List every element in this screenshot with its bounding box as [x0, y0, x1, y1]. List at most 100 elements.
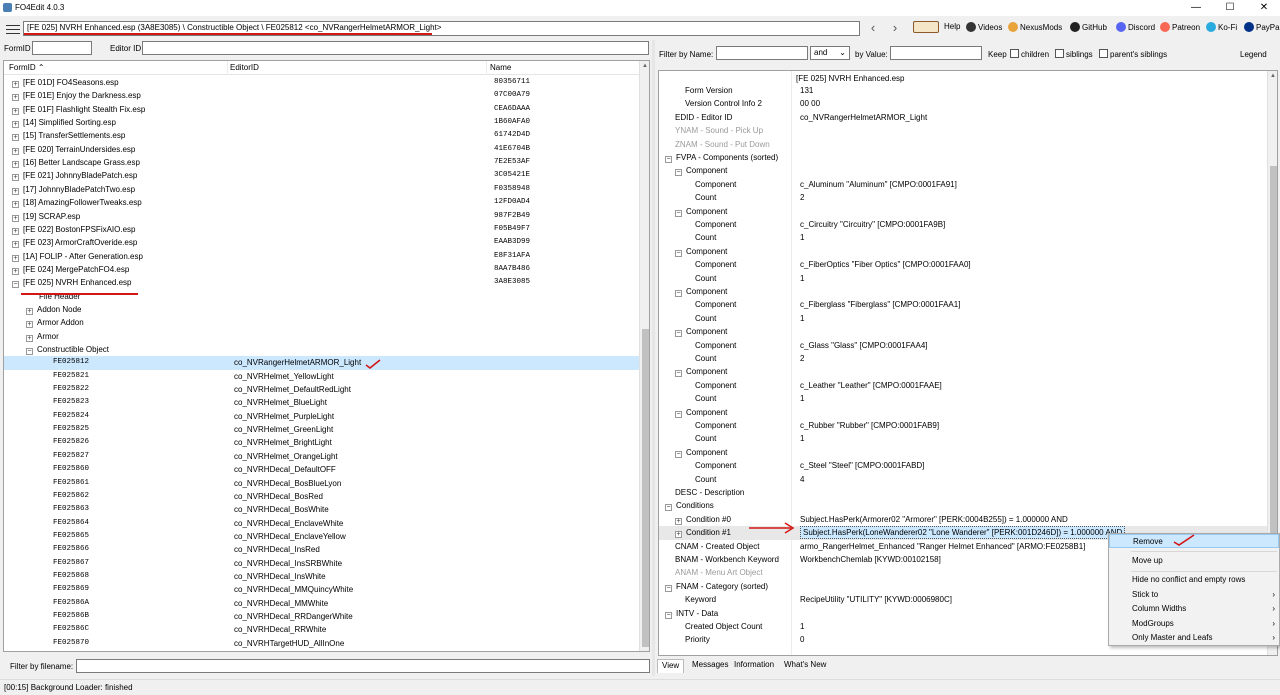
group-row[interactable]: + Armor Addon: [4, 316, 639, 329]
field-value[interactable]: 2: [800, 191, 804, 204]
plugin-row[interactable]: + [FE 01F] Flashlight Stealth Fix.esp CEA6…: [4, 103, 639, 116]
record-row[interactable]: FE025863 co_NVRHDecal_BosWhite: [4, 503, 639, 516]
nexusmods-link[interactable]: NexusMods: [1008, 22, 1062, 32]
collapse-icon[interactable]: −: [665, 584, 672, 592]
plugin-row[interactable]: + [FE 01E] Enjoy the Darkness.esp 07C00A79: [4, 89, 639, 102]
menu-item-move-up[interactable]: Move up: [1109, 554, 1279, 568]
menu-item-stick-to[interactable]: Stick to ›: [1109, 588, 1279, 602]
field-row[interactable]: Count 1: [659, 432, 1267, 445]
field-row[interactable]: EDID - Editor ID co_NVRangerHelmetARMOR_L…: [659, 111, 1267, 124]
field-row[interactable]: − Component: [659, 285, 1267, 298]
collapse-icon[interactable]: −: [675, 450, 682, 458]
expand-icon[interactable]: +: [12, 121, 19, 129]
field-row[interactable]: Count 2: [659, 352, 1267, 365]
expand-icon[interactable]: +: [675, 531, 682, 539]
expand-icon[interactable]: +: [26, 334, 33, 342]
field-row[interactable]: ZNAM - Sound - Put Down: [659, 138, 1267, 151]
record-row[interactable]: FE025860 co_NVRHDecal_DefaultOFF: [4, 463, 639, 476]
field-value[interactable]: 1: [800, 432, 804, 445]
plugin-row[interactable]: + [15] TransferSettlements.esp 61742D4D: [4, 129, 639, 142]
record-row[interactable]: FE025827 co_NVRHelmet_OrangeLight: [4, 450, 639, 463]
expand-icon[interactable]: +: [12, 187, 19, 195]
paypal-link[interactable]: PayPal: [1244, 22, 1280, 32]
field-row[interactable]: − FVPA - Components (sorted): [659, 151, 1267, 164]
back-icon[interactable]: ‹: [866, 21, 880, 35]
field-row[interactable]: DESC - Description: [659, 486, 1267, 499]
plugin-row[interactable]: + [16] Better Landscape Grass.esp 7E2E53AF: [4, 156, 639, 169]
kofi-link[interactable]: Ko-Fi: [1206, 22, 1237, 32]
plugin-row[interactable]: + [FE 01D] FO4Seasons.esp 80356711: [4, 76, 639, 89]
tree-scrollbar[interactable]: ▲: [639, 61, 649, 651]
record-row[interactable]: FE02586C co_NVRHDecal_RRWhite: [4, 623, 639, 636]
collapse-icon[interactable]: −: [675, 169, 682, 177]
record-row[interactable]: FE025868 co_NVRHDecal_InsWhite: [4, 570, 639, 583]
field-row[interactable]: Count 1: [659, 231, 1267, 244]
menu-icon[interactable]: [6, 22, 20, 34]
field-value[interactable]: co_NVRangerHelmetARMOR_Light: [800, 111, 927, 124]
close-button[interactable]: ✕: [1248, 0, 1280, 16]
field-row[interactable]: Component c_Leather "Leather" [CMPO:0001F…: [659, 379, 1267, 392]
plugin-row[interactable]: + [FE 020] TerrainUndersides.esp 41E6704B: [4, 143, 639, 156]
record-row[interactable]: FE025870 co_NVRHTargetHUD_AllInOne: [4, 637, 639, 650]
field-row[interactable]: Component c_FiberOptics "Fiber Optics" [C…: [659, 258, 1267, 271]
collapse-icon[interactable]: −: [675, 370, 682, 378]
field-value[interactable]: c_Steel "Steel" [CMPO:0001FABD]: [800, 459, 924, 472]
legend-button[interactable]: Legend: [1240, 50, 1267, 59]
collapse-icon[interactable]: −: [675, 249, 682, 257]
expand-icon[interactable]: +: [12, 201, 19, 209]
expand-icon[interactable]: +: [12, 241, 19, 249]
plugin-row[interactable]: + [FE 024] MergePatchFO4.esp 8AA7B486: [4, 263, 639, 276]
collapse-icon[interactable]: −: [665, 156, 672, 163]
expand-icon[interactable]: +: [675, 517, 682, 525]
navigation-tree[interactable]: FormID ⌃ EditorID Name + [FE 01D] FO4Seas…: [3, 60, 650, 652]
field-row[interactable]: Version Control Info 2 00 00: [659, 97, 1267, 110]
expand-icon[interactable]: +: [26, 321, 33, 329]
record-row[interactable]: FE02586A co_NVRHDecal_MMWhite: [4, 597, 639, 610]
plugin-row[interactable]: − [FE 025] NVRH Enhanced.esp 3A8E3085: [4, 276, 639, 289]
field-row[interactable]: − Conditions: [659, 499, 1267, 512]
record-row[interactable]: FE025869 co_NVRHDecal_MMQuincyWhite: [4, 583, 639, 596]
header-name[interactable]: Name: [490, 63, 511, 72]
header-editorid[interactable]: EditorID: [230, 63, 259, 72]
record-row[interactable]: FE025865 co_NVRHDecal_EnclaveYellow: [4, 530, 639, 543]
field-value[interactable]: 4: [800, 473, 804, 486]
header-formid[interactable]: FormID ⌃: [9, 63, 45, 72]
field-row[interactable]: − Component: [659, 245, 1267, 258]
filename-filter-input[interactable]: [76, 659, 650, 673]
expand-icon[interactable]: +: [12, 174, 19, 182]
menu-item-hide-no-conflict[interactable]: Hide no conflict and empty rows: [1109, 573, 1279, 587]
field-value[interactable]: c_Glass "Glass" [CMPO:0001FAA4]: [800, 339, 928, 352]
collapse-icon[interactable]: −: [675, 209, 682, 217]
field-value[interactable]: 1: [800, 392, 804, 405]
editorid-filter-input[interactable]: [142, 41, 649, 55]
field-row[interactable]: Form Version 131: [659, 84, 1267, 97]
expand-icon[interactable]: +: [12, 161, 19, 169]
minimize-button[interactable]: —: [1180, 0, 1212, 16]
expand-icon[interactable]: +: [12, 134, 19, 142]
field-row[interactable]: − Component: [659, 365, 1267, 378]
group-row[interactable]: + Armor: [4, 330, 639, 343]
field-row[interactable]: Count 1: [659, 272, 1267, 285]
field-row[interactable]: Count 1: [659, 312, 1267, 325]
record-row[interactable]: FE025823 co_NVRHelmet_BlueLight: [4, 396, 639, 409]
record-row[interactable]: FE025821 co_NVRHelmet_YellowLight: [4, 370, 639, 383]
expand-icon[interactable]: +: [26, 307, 33, 315]
field-row[interactable]: Count 1: [659, 392, 1267, 405]
field-row[interactable]: Component c_Rubber "Rubber" [CMPO:0001FAB…: [659, 419, 1267, 432]
filter-by-value-input[interactable]: [890, 46, 982, 60]
record-row[interactable]: FE025825 co_NVRHelmet_GreenLight: [4, 423, 639, 436]
tab-whats-new[interactable]: What's New: [780, 659, 830, 673]
panel-splitter[interactable]: [652, 40, 655, 676]
field-value[interactable]: 1: [800, 272, 804, 285]
record-row[interactable]: FE025826 co_NVRHelmet_BrightLight: [4, 436, 639, 449]
plugin-row[interactable]: + [14] Simplified Sorting.esp 1B60AFA0: [4, 116, 639, 129]
record-row[interactable]: FE025861 co_NVRHDecal_BosBlueLyon: [4, 477, 639, 490]
children-checkbox[interactable]: children: [1010, 49, 1049, 59]
field-value[interactable]: c_Circuitry "Circuitry" [CMPO:0001FA9B]: [800, 218, 945, 231]
forward-icon[interactable]: ›: [888, 21, 902, 35]
record-row[interactable]: FE02586B co_NVRHDecal_RRDangerWhite: [4, 610, 639, 623]
patreon-link[interactable]: Patreon: [1160, 22, 1200, 32]
collapse-icon[interactable]: −: [675, 410, 682, 418]
field-value[interactable]: 1: [800, 231, 804, 244]
field-value[interactable]: c_Leather "Leather" [CMPO:0001FAAE]: [800, 379, 942, 392]
